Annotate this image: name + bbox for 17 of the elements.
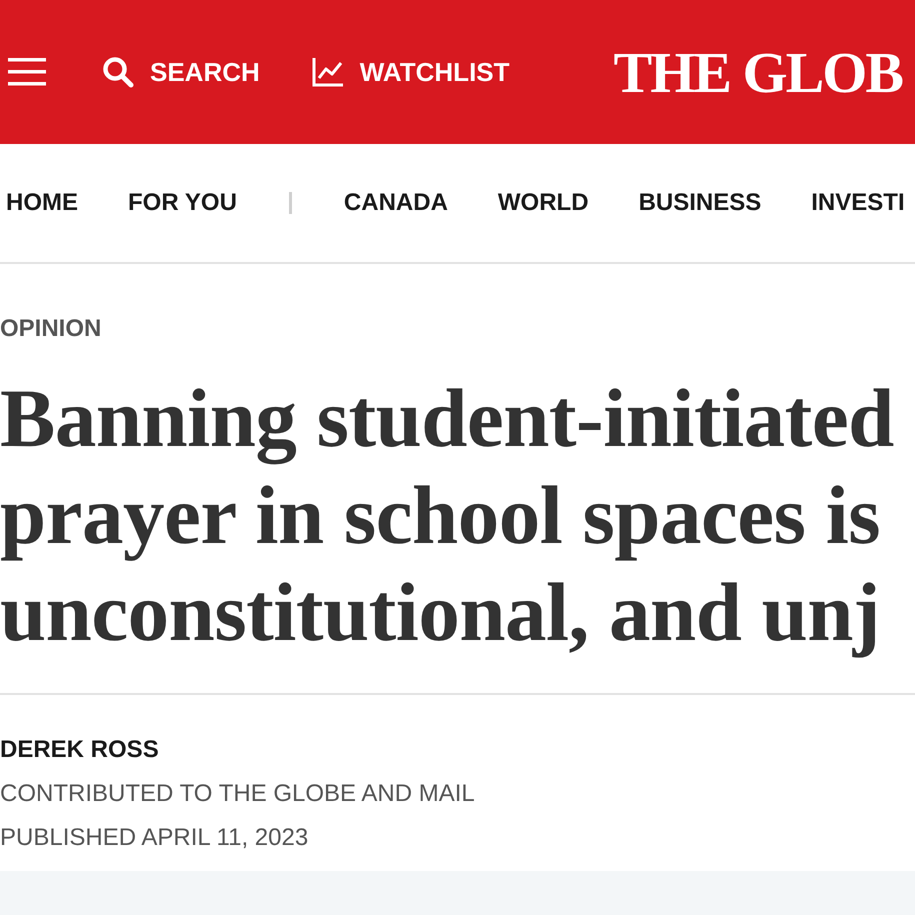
nav-link[interactable]: HOME [6,185,78,221]
section-label[interactable]: OPINION [0,314,915,344]
headline: Banning student-initiated prayer in school spaces is unconstitutional, and unj [0,370,915,695]
nav-link[interactable]: FOR YOU [128,185,237,221]
publish-date: PUBLISHED APRIL 11, 2023 [0,823,310,853]
watchlist-button[interactable]: WATCHLIST [312,52,510,92]
menu-icon[interactable] [8,58,46,86]
nav-link[interactable]: CANADA [344,185,448,221]
author-name[interactable]: DEREK ROSS [0,735,915,765]
site-logo[interactable]: THE GLOB [614,28,902,116]
chart-icon [312,57,344,87]
nav-link[interactable]: BUSINESS [638,185,762,221]
nav-link[interactable]: INVESTI [811,185,905,221]
nav-link[interactable]: WORLD [498,185,589,221]
search-button[interactable]: SEARCH [102,52,260,92]
search-icon [102,56,134,88]
contribution-note: CONTRIBUTED TO THE GLOBE AND MAIL [0,779,476,809]
